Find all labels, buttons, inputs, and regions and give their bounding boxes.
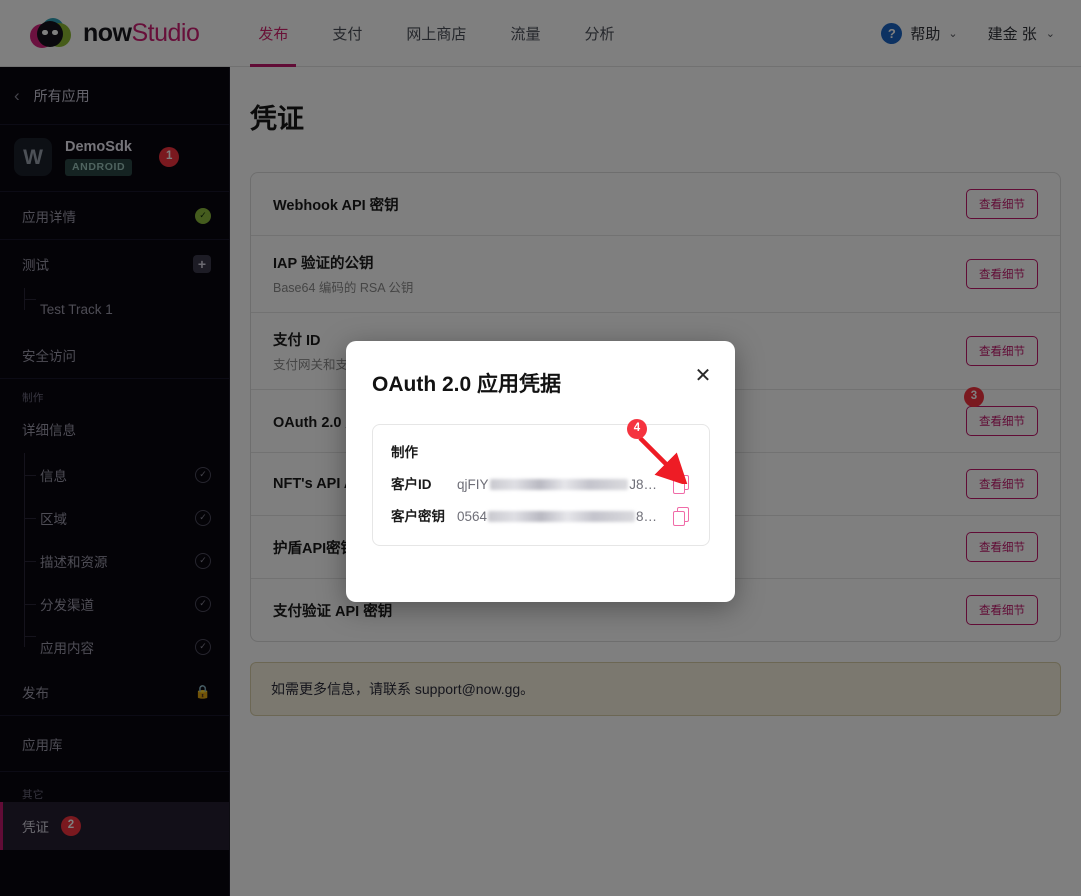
client-secret-label: 客户密钥 xyxy=(391,509,445,524)
close-icon[interactable]: ✕ xyxy=(691,365,715,389)
client-secret-value: 0564 8… xyxy=(457,507,657,527)
annotation-arrow-4 xyxy=(638,436,688,484)
masked-value-redaction xyxy=(489,479,629,491)
client-secret-value-suffix: 8… xyxy=(635,509,657,524)
app-root: nowStudio 发布 支付 网上商店 流量 分析 ? 帮助 ⌄ 建金 张 ⌄… xyxy=(0,0,1081,896)
client-id-label: 客户ID xyxy=(391,477,432,492)
client-id-value: qjFIY J8… xyxy=(457,475,657,495)
copy-icon[interactable] xyxy=(673,507,691,527)
client-id-value-prefix: qjFIY xyxy=(457,477,489,492)
client-secret-value-prefix: 0564 xyxy=(457,509,488,524)
annotation-marker-4: 4 xyxy=(627,419,647,439)
masked-value-redaction xyxy=(488,511,635,523)
client-secret-field: 客户密钥 0564 8… xyxy=(391,507,691,527)
dialog-title: OAuth 2.0 应用凭据 xyxy=(372,373,562,396)
